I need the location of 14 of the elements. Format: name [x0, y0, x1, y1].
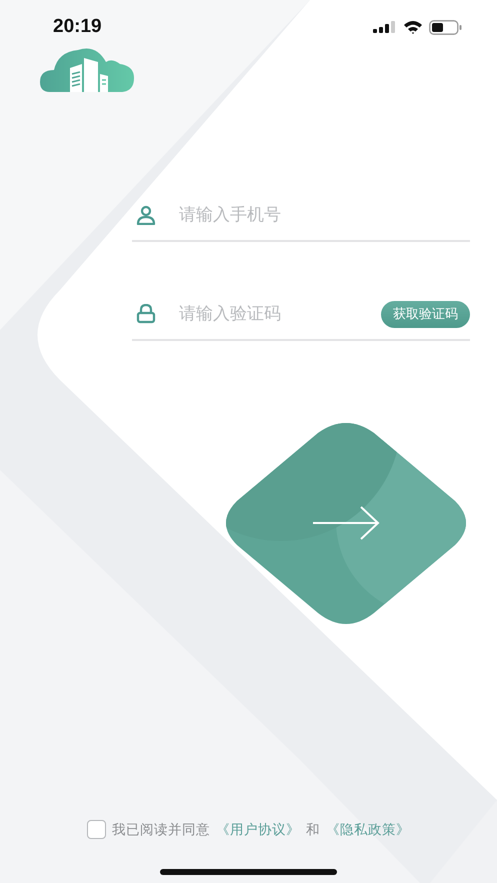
agreement-text: 我已阅读并同意 — [112, 820, 210, 838]
agree-checkbox[interactable] — [87, 820, 106, 839]
phone-field[interactable]: 请输入手机号 — [179, 205, 470, 225]
code-field[interactable]: 请输入验证码 — [179, 304, 381, 324]
battery-icon — [429, 20, 463, 34]
agreement-link[interactable]: 《用户协议》 — [216, 820, 300, 838]
get-code-button[interactable]: 获取验证码 — [381, 300, 470, 328]
user-icon — [136, 205, 156, 225]
signal-icon — [373, 21, 397, 33]
agreement-text: 和 — [306, 820, 320, 838]
wifi-icon — [403, 20, 423, 34]
agreement-link[interactable]: 《隐私政策》 — [326, 820, 410, 838]
status-time: 20:19 — [53, 16, 102, 38]
lock-icon — [136, 304, 156, 324]
